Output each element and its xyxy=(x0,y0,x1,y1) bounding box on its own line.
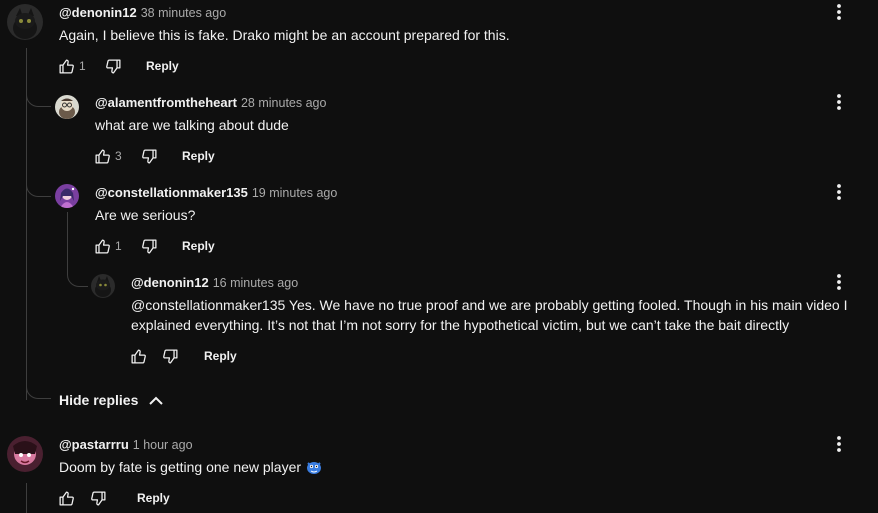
avatar[interactable] xyxy=(55,184,79,208)
comment-text: Doom by fate is getting one new player xyxy=(59,457,323,477)
blue-creature-emoji xyxy=(305,458,323,476)
comment-text: Are we serious? xyxy=(95,207,196,223)
reply-button[interactable]: Reply xyxy=(137,491,170,505)
avatar[interactable] xyxy=(7,4,43,40)
comment-text: Again, I believe this is fake. Drako mig… xyxy=(59,27,510,43)
thread-elbow xyxy=(67,266,88,287)
comment-author[interactable]: @denonin12 xyxy=(131,275,209,290)
thumb-down-icon[interactable] xyxy=(160,345,180,367)
comment-time[interactable]: 1 hour ago xyxy=(133,438,193,452)
comment-time[interactable]: 19 minutes ago xyxy=(252,186,337,200)
more-vertical-icon[interactable] xyxy=(829,2,849,22)
reply-button[interactable]: Reply xyxy=(182,149,215,163)
thread-elbow xyxy=(26,176,51,197)
comment-text: what are we talking about dude xyxy=(95,117,289,133)
thumb-up-icon[interactable] xyxy=(56,55,76,77)
comment-text: @constellationmaker135 Yes. We have no t… xyxy=(131,295,847,335)
comment-header: @denonin12 16 minutes ago xyxy=(131,275,298,291)
hide-replies-label: Hide replies xyxy=(59,392,139,408)
thumb-up-icon[interactable] xyxy=(92,235,112,257)
comment-actions: 3 Reply xyxy=(92,145,215,167)
thread-line xyxy=(67,212,68,268)
comment-author[interactable]: @alamentfromtheheart xyxy=(95,95,237,110)
like-count: 1 xyxy=(115,239,122,253)
comment-actions: 1 Reply xyxy=(92,235,215,257)
avatar[interactable] xyxy=(7,436,43,472)
more-vertical-icon[interactable] xyxy=(829,272,849,292)
thumb-up-icon[interactable] xyxy=(92,145,112,167)
thread-elbow xyxy=(26,86,51,107)
comment-header: @denonin12 38 minutes ago xyxy=(59,5,226,21)
comment-author[interactable]: @denonin12 xyxy=(59,5,137,20)
comment-text-line: explained everything. It’s not that I’m … xyxy=(131,317,790,333)
comment-header: @pastarrru 1 hour ago xyxy=(59,437,193,453)
reply-button[interactable]: Reply xyxy=(204,349,237,363)
thumb-down-icon[interactable] xyxy=(103,55,123,77)
like-count: 1 xyxy=(79,59,86,73)
comment-header: @alamentfromtheheart 28 minutes ago xyxy=(95,95,326,111)
comment-time[interactable]: 28 minutes ago xyxy=(241,96,326,110)
avatar[interactable] xyxy=(91,274,115,298)
comment-author[interactable]: @pastarrru xyxy=(59,437,129,452)
comment-actions: Reply xyxy=(128,345,237,367)
comment-text-body: Doom by fate is getting one new player xyxy=(59,459,302,475)
chevron-up-icon xyxy=(148,392,164,408)
thumb-down-icon[interactable] xyxy=(139,145,159,167)
hide-replies-button[interactable]: Hide replies xyxy=(59,392,164,408)
avatar[interactable] xyxy=(55,95,79,119)
comment-header: @constellationmaker135 19 minutes ago xyxy=(95,185,337,201)
thumb-up-icon[interactable] xyxy=(128,345,148,367)
comment-actions: Reply xyxy=(56,487,170,509)
comment-actions: 1 Reply xyxy=(56,55,179,77)
thumb-down-icon[interactable] xyxy=(139,235,159,257)
thumb-down-icon[interactable] xyxy=(88,487,108,509)
thread-line xyxy=(26,483,27,513)
comment-text-line: @constellationmaker135 Yes. We have no t… xyxy=(131,297,848,313)
reply-button[interactable]: Reply xyxy=(146,59,179,73)
reply-button[interactable]: Reply xyxy=(182,239,215,253)
like-count: 3 xyxy=(115,149,122,163)
comment-time[interactable]: 16 minutes ago xyxy=(213,276,298,290)
more-vertical-icon[interactable] xyxy=(829,434,849,454)
thread-elbow xyxy=(26,378,51,399)
more-vertical-icon[interactable] xyxy=(829,182,849,202)
comment-author[interactable]: @constellationmaker135 xyxy=(95,185,248,200)
more-vertical-icon[interactable] xyxy=(829,92,849,112)
comment-time[interactable]: 38 minutes ago xyxy=(141,6,226,20)
thumb-up-icon[interactable] xyxy=(56,487,76,509)
